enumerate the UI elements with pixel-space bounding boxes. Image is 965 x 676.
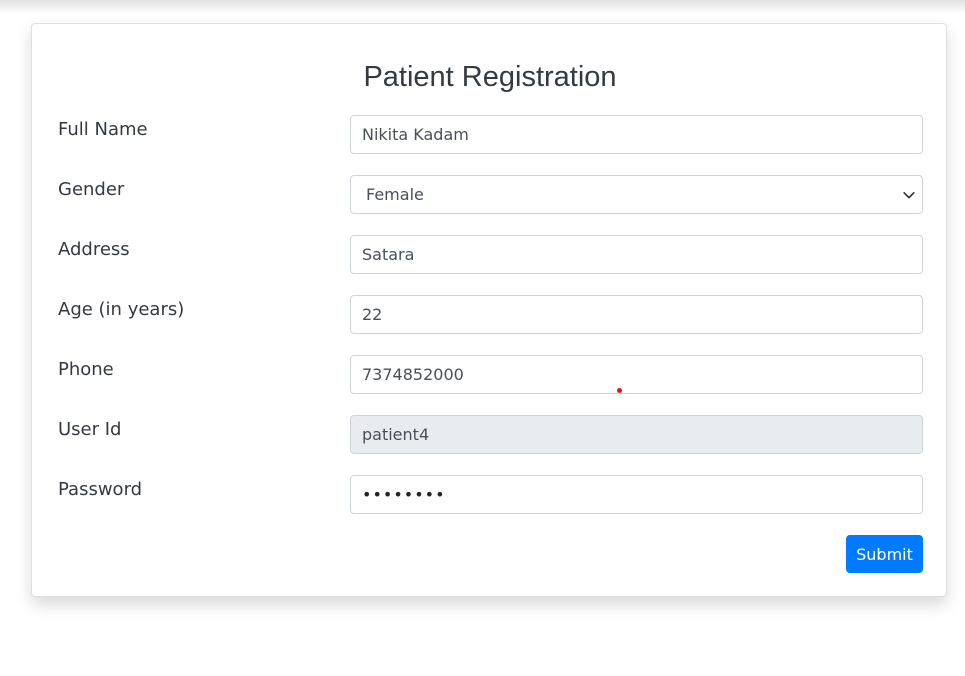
full-name-label: Full Name xyxy=(58,119,148,140)
address-label: Address xyxy=(58,239,130,260)
password-input[interactable]: •••••••• xyxy=(350,475,923,514)
top-shadow xyxy=(0,0,965,14)
submit-button[interactable]: Submit xyxy=(846,535,923,573)
gender-select[interactable]: Female xyxy=(350,175,923,214)
password-mask: •••••••• xyxy=(362,485,446,504)
full-name-row: Full Name Nikita Kadam xyxy=(32,115,948,155)
pointer-dot xyxy=(617,388,622,393)
gender-selected-value: Female xyxy=(366,185,424,204)
user-id-row: User Id patient4 xyxy=(32,415,948,455)
age-row: Age (in years) 22 xyxy=(32,295,948,335)
phone-row: Phone 7374852000 xyxy=(32,355,948,395)
address-row: Address Satara xyxy=(32,235,948,275)
registration-card: Patient Registration Full Name Nikita Ka… xyxy=(31,23,947,597)
gender-row: Gender Female xyxy=(32,175,948,215)
age-input[interactable]: 22 xyxy=(350,295,923,334)
age-label: Age (in years) xyxy=(58,299,185,320)
page-title: Patient Registration xyxy=(363,61,617,93)
password-row: Password •••••••• xyxy=(32,475,948,515)
user-id-input: patient4 xyxy=(350,415,923,454)
user-id-label: User Id xyxy=(58,419,122,440)
chevron-down-icon xyxy=(903,191,915,199)
password-label: Password xyxy=(58,479,143,500)
phone-label: Phone xyxy=(58,359,114,380)
full-name-input[interactable]: Nikita Kadam xyxy=(350,115,923,154)
phone-input[interactable]: 7374852000 xyxy=(350,355,923,394)
gender-label: Gender xyxy=(58,179,125,200)
address-input[interactable]: Satara xyxy=(350,235,923,274)
